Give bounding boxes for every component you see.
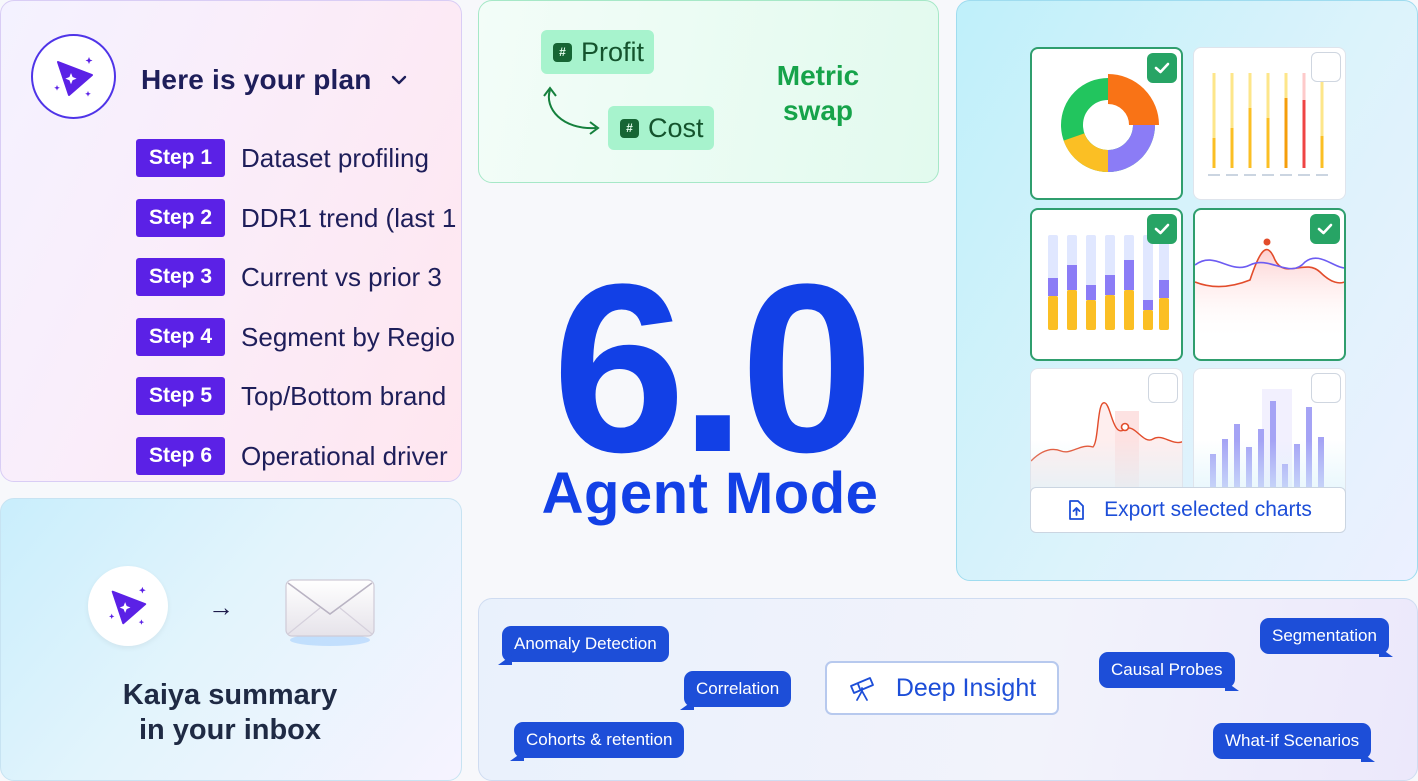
envelope-icon (285, 579, 375, 646)
metric-swap-label: Metric swap (776, 60, 860, 126)
step-badge: Step 1 (136, 139, 226, 177)
checkbox-unchecked-icon[interactable] (1311, 52, 1341, 82)
metric-chip-profit[interactable]: # Profit (541, 30, 655, 74)
chart-tile-stacked-bars[interactable] (1030, 208, 1183, 361)
plan-step[interactable]: Step 3 Current vs prior 3 (136, 258, 442, 296)
plan-step[interactable]: Step 1 Dataset profiling (136, 139, 429, 177)
agent-mode-title: Agent Mode (541, 461, 879, 526)
step-text: Top/Bottom brand (241, 380, 447, 411)
deep-insight-label: Deep Insight (895, 673, 1037, 702)
chevron-down-icon[interactable] (389, 70, 409, 95)
kaiya-logo-icon (88, 566, 168, 646)
chip-cohorts-retention[interactable]: Cohorts & retention (509, 722, 685, 761)
step-badge: Step 6 (136, 437, 226, 475)
step-badge: Step 3 (136, 258, 226, 296)
chart-tile-donut[interactable] (1030, 47, 1183, 200)
chart-tile-area-line[interactable] (1193, 208, 1346, 361)
chip-segmentation[interactable]: Segmentation (1260, 618, 1393, 657)
chart-tile-lollipop[interactable] (1193, 47, 1346, 200)
plan-step[interactable]: Step 2 DDR1 trend (last 1 (136, 199, 456, 237)
inbox-line-1: Kaiya summary (122, 679, 338, 711)
checkbox-unchecked-icon[interactable] (1311, 373, 1341, 403)
metric-chip-cost[interactable]: # Cost (608, 106, 714, 150)
kaiya-logo-icon (31, 34, 116, 119)
inbox-line-2: in your inbox (138, 714, 322, 746)
metric-from-label: Profit (581, 36, 645, 67)
version-number: 6.0 (552, 234, 874, 502)
telescope-icon (849, 677, 874, 701)
metric-to-label: Cost (648, 112, 704, 143)
step-badge: Step 4 (136, 318, 226, 356)
chip-what-if-scenarios[interactable]: What-if Scenarios (1213, 723, 1376, 762)
step-text: Segment by Regio (241, 321, 455, 352)
step-text: DDR1 trend (last 1 (241, 202, 457, 233)
plan-step[interactable]: Step 6 Operational driver (136, 437, 448, 475)
checkbox-checked-icon[interactable] (1147, 214, 1177, 244)
export-selected-charts-button[interactable]: Export selected charts (1030, 487, 1346, 533)
step-text: Operational driver (241, 440, 448, 471)
plan-step[interactable]: Step 5 Top/Bottom brand (136, 377, 446, 415)
deep-insight-button[interactable]: Deep Insight (825, 661, 1059, 715)
plan-title: Here is your plan (141, 64, 372, 95)
checkbox-checked-icon[interactable] (1147, 53, 1177, 83)
plan-step[interactable]: Step 4 Segment by Regio (136, 318, 455, 356)
inbox-summary-text: Kaiya summary in your inbox (60, 678, 400, 748)
checkbox-unchecked-icon[interactable] (1148, 373, 1178, 403)
step-text: Dataset profiling (241, 142, 429, 173)
chip-causal-probes[interactable]: Causal Probes (1099, 652, 1239, 691)
step-badge: Step 5 (136, 377, 226, 415)
upload-icon (1069, 500, 1085, 520)
chip-anomaly-detection[interactable]: Anomaly Detection (498, 626, 669, 665)
chip-correlation[interactable]: Correlation (679, 671, 792, 710)
checkbox-checked-icon[interactable] (1310, 214, 1340, 244)
swap-arrow-icon (543, 86, 600, 135)
export-button-label: Export selected charts (1104, 498, 1312, 521)
arrow-right-icon: → (208, 592, 234, 622)
hash-icon: # (553, 42, 572, 62)
step-badge: Step 2 (136, 199, 226, 237)
hash-icon: # (620, 118, 639, 138)
step-text: Current vs prior 3 (241, 261, 442, 292)
